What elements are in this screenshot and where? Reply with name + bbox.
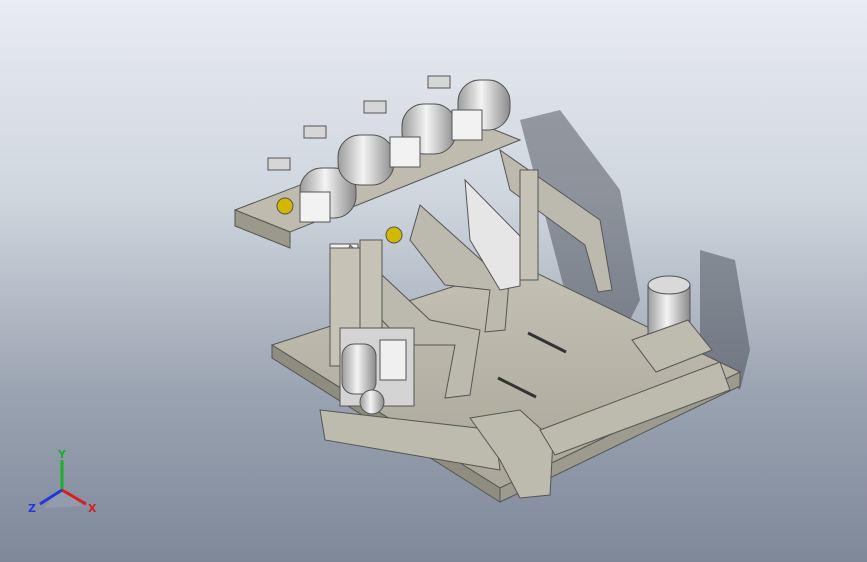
left-clamp-housing[interactable] <box>339 327 415 415</box>
orientation-triad: Y X Z <box>28 448 97 515</box>
x-axis-label: X <box>88 502 97 515</box>
cad-3d-viewport[interactable]: Y X Z <box>0 0 867 562</box>
y-axis-label: Y <box>57 448 67 461</box>
fixture-assembly-model[interactable] <box>0 0 867 562</box>
z-axis-label: Z <box>28 502 36 515</box>
